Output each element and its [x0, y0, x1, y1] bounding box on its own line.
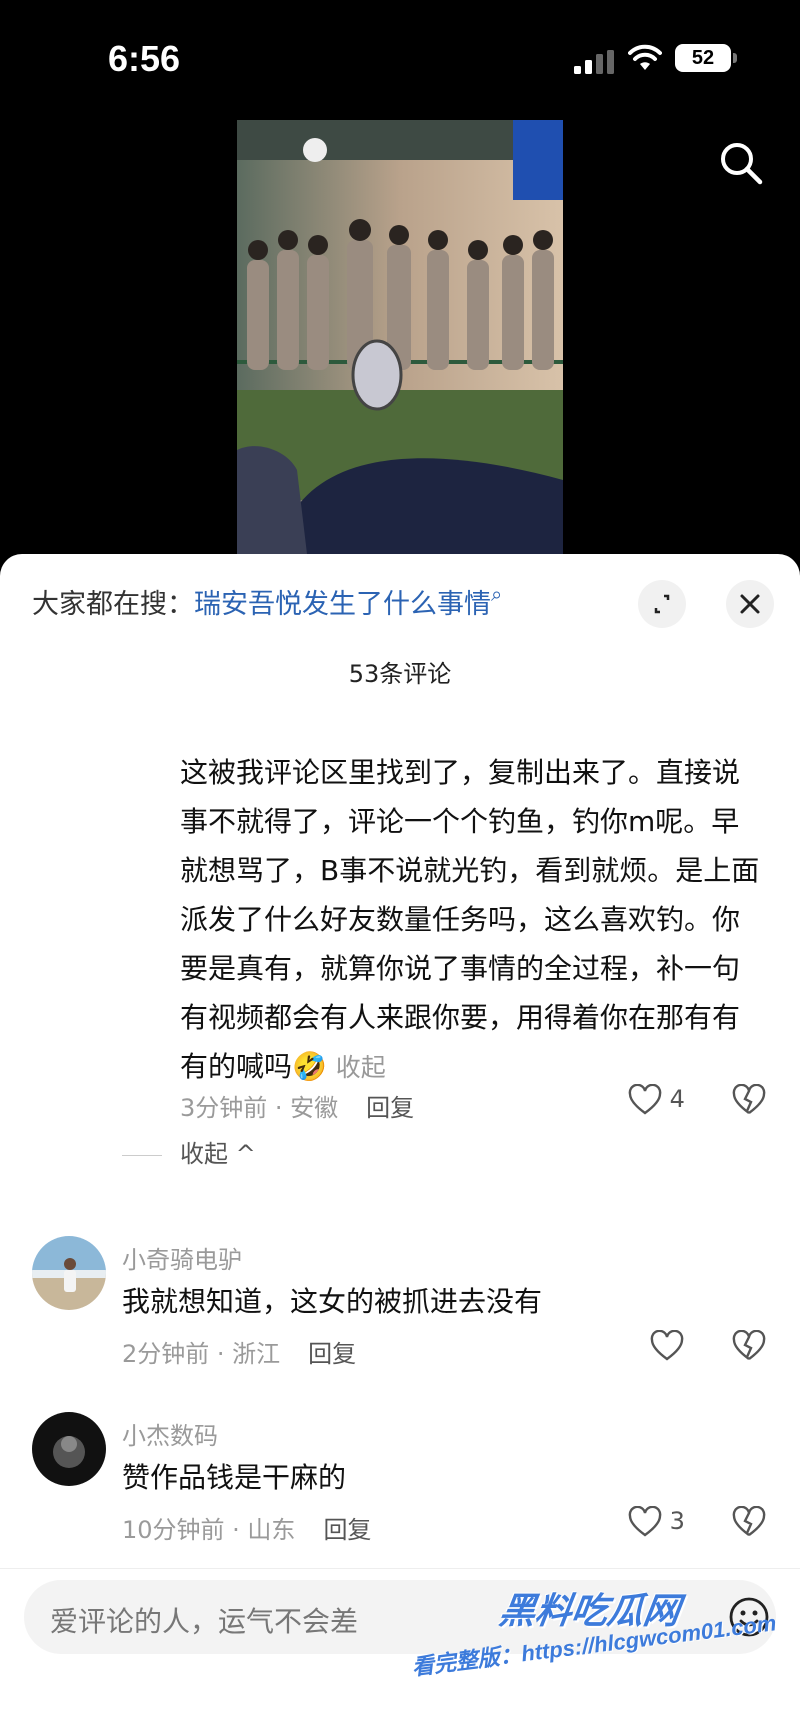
- broken-heart-icon: [732, 1083, 766, 1114]
- search-icon[interactable]: [718, 140, 764, 186]
- comment-text: 我就想知道，这女的被抓进去没有: [122, 1285, 543, 1318]
- broken-heart-icon: [732, 1329, 766, 1360]
- avatar[interactable]: [32, 1236, 106, 1310]
- like-count: 3: [669, 1507, 685, 1535]
- reply-button[interactable]: 回复: [308, 1340, 356, 1368]
- heart-icon: [628, 1505, 662, 1537]
- laugh-emoji: 🤣: [292, 1050, 327, 1083]
- close-icon: [740, 594, 760, 614]
- avatar-image: [32, 1236, 106, 1310]
- trending-prefix: 大家都在搜：: [32, 589, 194, 620]
- search-small-icon: ⌕: [491, 582, 503, 606]
- battery-tip: [733, 53, 737, 63]
- wifi-icon: [628, 44, 662, 70]
- dislike-button[interactable]: [732, 1329, 766, 1362]
- username[interactable]: 小奇骑电驴: [122, 1240, 242, 1275]
- input-divider: [0, 1568, 800, 1569]
- dislike-button[interactable]: [732, 1505, 766, 1538]
- comment-meta: 2分钟前 · 浙江 回复: [122, 1334, 356, 1369]
- username[interactable]: 小杰数码: [122, 1416, 218, 1451]
- reply-body: 这被我评论区里找到了，复制出来了。直接说事不就得了，评论一个个钓鱼，钓你m呢。早…: [180, 756, 760, 1083]
- expand-button[interactable]: [638, 580, 686, 628]
- comment-time-location: 10分钟前 · 山东: [122, 1516, 296, 1544]
- fold-label: 收起 ^: [180, 1140, 256, 1168]
- expand-icon: [654, 594, 670, 614]
- trending-query[interactable]: 瑞安吾悦发生了什么事情: [194, 589, 491, 620]
- signal-icon: [574, 50, 614, 74]
- like-button[interactable]: 4: [628, 1083, 685, 1116]
- battery-icon: 52: [675, 44, 731, 72]
- comment-count: 53条评论: [348, 660, 452, 688]
- heart-icon: [628, 1083, 662, 1115]
- comment-sheet: 大家都在搜：瑞安吾悦发生了什么事情⌕ 53条评论 这被我评论区里找到了，复制出来…: [0, 554, 800, 1736]
- video-player[interactable]: [237, 120, 563, 554]
- like-button[interactable]: [650, 1329, 684, 1362]
- reply-button[interactable]: 回复: [366, 1094, 414, 1122]
- close-button[interactable]: [726, 580, 774, 628]
- reply-meta: 3分钟前 · 安徽 回复: [180, 1088, 414, 1123]
- clock: 6:56: [108, 38, 181, 79]
- like-count: 4: [669, 1085, 685, 1113]
- avatar-image: [32, 1412, 106, 1486]
- comment-text: 赞作品钱是干麻的: [122, 1461, 347, 1494]
- comment-meta: 10分钟前 · 山东 回复: [122, 1510, 371, 1545]
- dislike-button[interactable]: [732, 1083, 766, 1116]
- reply-text: 这被我评论区里找到了，复制出来了。直接说事不就得了，评论一个个钓鱼，钓你m呢。早…: [180, 748, 760, 1092]
- video-frame: [237, 120, 563, 554]
- trending-search[interactable]: 大家都在搜：瑞安吾悦发生了什么事情⌕: [32, 582, 502, 621]
- fold-replies-button[interactable]: 收起 ^: [122, 1134, 256, 1169]
- collapse-text-button[interactable]: 收起: [336, 1053, 386, 1082]
- avatar[interactable]: [32, 1412, 106, 1486]
- comment-time-location: 2分钟前 · 浙江: [122, 1340, 281, 1368]
- comment-input-placeholder: 爱评论的人，运气不会差: [50, 1605, 359, 1638]
- status-bar: 6:56 52: [0, 0, 800, 110]
- broken-heart-icon: [732, 1505, 766, 1536]
- reply-button[interactable]: 回复: [323, 1516, 371, 1544]
- like-button[interactable]: 3: [628, 1505, 685, 1538]
- reply-time-location: 3分钟前 · 安徽: [180, 1094, 339, 1122]
- fold-divider: [122, 1154, 162, 1156]
- heart-icon: [650, 1329, 684, 1361]
